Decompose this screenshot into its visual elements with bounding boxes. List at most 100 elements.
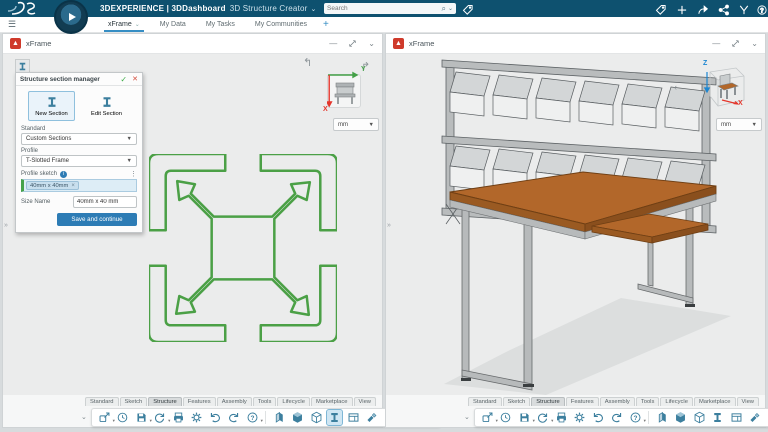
column-profile-icon[interactable] (272, 410, 287, 425)
redo-icon[interactable] (609, 410, 624, 425)
kebab-menu-icon[interactable]: ⋮ (130, 170, 137, 178)
dialog-docked-tab[interactable] (15, 59, 30, 72)
help-icon[interactable] (756, 3, 768, 15)
history-clock-icon[interactable] (115, 410, 130, 425)
redo-icon[interactable] (226, 410, 241, 425)
panel-menu-caret-icon[interactable]: ⌄ (751, 40, 758, 48)
export-stack-icon[interactable] (171, 410, 186, 425)
ribbon-tab-lifecycle[interactable]: Lifecycle (660, 397, 693, 406)
size-name-input[interactable] (73, 196, 137, 208)
tab-my-communities[interactable]: My Communities (245, 17, 317, 32)
update-sync-icon[interactable]: ▾ (152, 410, 167, 425)
3dexperience-compass-icon[interactable] (54, 0, 88, 34)
structure-section-ibeam-icon[interactable] (327, 410, 342, 425)
undo-icon[interactable] (591, 410, 606, 425)
solid-box-icon[interactable] (673, 410, 688, 425)
ribbon-tab-assembly[interactable]: Assembly (217, 397, 252, 406)
ribbon-tab-tools[interactable]: Tools (636, 397, 660, 406)
rotate-left-icon[interactable]: ↰ (303, 58, 312, 69)
ribbon-tab-sketch[interactable]: Sketch (503, 397, 531, 406)
toolbar-collapse-icon[interactable]: ⌄ (81, 413, 87, 421)
search-caret-icon[interactable]: ⌄ (448, 5, 453, 12)
expand-icon[interactable] (348, 39, 357, 48)
add-icon[interactable] (676, 3, 688, 15)
panel-expander-chevron-icon[interactable]: » (4, 222, 8, 229)
minimize-icon[interactable]: — (712, 40, 720, 48)
info-icon[interactable]: i (60, 171, 67, 178)
app-switch-caret-icon[interactable]: ⌄ (311, 6, 317, 13)
3d-viewport[interactable]: » (386, 54, 765, 395)
tab-caret-icon[interactable]: ⌄ (135, 21, 140, 28)
share-model-icon[interactable]: ▾ (480, 410, 495, 425)
sketch-viewport[interactable]: » ↰ ↰ Y X (3, 54, 382, 395)
share-model-icon[interactable]: ▾ (97, 410, 112, 425)
profile-sketch-field[interactable]: 40mm x 40mm × (21, 179, 137, 192)
ribbon-tab-marketplace[interactable]: Marketplace (311, 397, 353, 406)
panel-frame-icon[interactable] (729, 410, 744, 425)
ribbon-tab-assembly[interactable]: Assembly (600, 397, 635, 406)
add-tab-button[interactable]: + (323, 19, 329, 30)
solid-box-icon[interactable] (290, 410, 305, 425)
ribbon-tab-features[interactable]: Features (183, 397, 216, 406)
global-search[interactable]: ⌕ ⌄ (324, 3, 456, 14)
tag-filter-icon[interactable] (462, 3, 474, 15)
ribbon-tab-features[interactable]: Features (566, 397, 599, 406)
tab-my-data[interactable]: My Data (150, 17, 196, 32)
update-sync-icon[interactable]: ▾ (535, 410, 550, 425)
dialog-title-bar[interactable]: Structure section manager ✓ ✕ (16, 73, 142, 86)
edit-section-button[interactable]: Edit Section (83, 91, 130, 121)
viewcube-arrow-icon[interactable]: ‹ (674, 82, 677, 92)
save-and-continue-button[interactable]: Save and continue (57, 213, 137, 226)
toolbar-collapse-icon[interactable]: ⌄ (464, 413, 470, 421)
search-input[interactable] (327, 5, 441, 12)
menu-hamburger-icon[interactable]: ☰ (8, 20, 20, 29)
settings-gear-icon[interactable] (572, 410, 587, 425)
tab-my-tasks[interactable]: My Tasks (196, 17, 245, 32)
ribbon-tab-view[interactable]: View (737, 397, 759, 406)
units-dropdown[interactable]: mm▼ (333, 118, 379, 131)
fastener-tool-icon[interactable] (364, 410, 379, 425)
ribbon-tab-standard[interactable]: Standard (468, 397, 502, 406)
standard-select[interactable]: Custom Sections▼ (21, 133, 137, 145)
dialog-close-icon[interactable]: ✕ (132, 75, 138, 83)
share-forward-icon[interactable] (697, 3, 709, 15)
tslot-profile-sketch[interactable] (149, 154, 337, 342)
profile-label: Profile (21, 148, 137, 154)
search-icon[interactable]: ⌕ (441, 5, 445, 13)
structure-section-ibeam-icon[interactable] (710, 410, 725, 425)
profile-select[interactable]: T-Slotted Frame▼ (21, 155, 137, 167)
ribbon-tab-tools[interactable]: Tools (253, 397, 277, 406)
panel-frame-icon[interactable] (346, 410, 361, 425)
panel-menu-caret-icon[interactable]: ⌄ (368, 40, 375, 48)
ribbon-tab-view[interactable]: View (354, 397, 376, 406)
ribbon-tab-marketplace[interactable]: Marketplace (694, 397, 736, 406)
tools-icon[interactable] (738, 3, 750, 15)
help-circle-icon[interactable]: ▾ (245, 410, 260, 425)
save-icon[interactable]: ▾ (517, 410, 532, 425)
undo-icon[interactable] (208, 410, 223, 425)
minimize-icon[interactable]: — (329, 40, 337, 48)
expand-icon[interactable] (731, 39, 740, 48)
chip-remove-icon[interactable]: × (71, 183, 75, 189)
save-icon[interactable]: ▾ (134, 410, 149, 425)
dialog-confirm-icon[interactable]: ✓ (120, 75, 127, 84)
ribbon-tab-lifecycle[interactable]: Lifecycle (277, 397, 310, 406)
tab-xframe[interactable]: xFrame⌄ (98, 17, 150, 32)
units-dropdown[interactable]: mm▼ (716, 118, 762, 131)
share-nodes-icon[interactable] (718, 3, 730, 15)
sketch-chip[interactable]: 40mm x 40mm × (26, 181, 79, 190)
ribbon-tab-sketch[interactable]: Sketch (120, 397, 148, 406)
fastener-tool-icon[interactable] (747, 410, 762, 425)
ribbon-tab-structure[interactable]: Structure (531, 397, 565, 406)
export-stack-icon[interactable] (554, 410, 569, 425)
settings-gear-icon[interactable] (189, 410, 204, 425)
ribbon-tab-standard[interactable]: Standard (85, 397, 119, 406)
tag-icon[interactable] (655, 3, 667, 15)
column-profile-icon[interactable] (655, 410, 670, 425)
surface-box-icon[interactable] (692, 410, 707, 425)
ribbon-tab-structure[interactable]: Structure (148, 397, 182, 406)
history-clock-icon[interactable] (498, 410, 513, 425)
surface-box-icon[interactable] (309, 410, 324, 425)
help-circle-icon[interactable]: ▾ (628, 410, 643, 425)
new-section-button[interactable]: New Section (28, 91, 75, 121)
